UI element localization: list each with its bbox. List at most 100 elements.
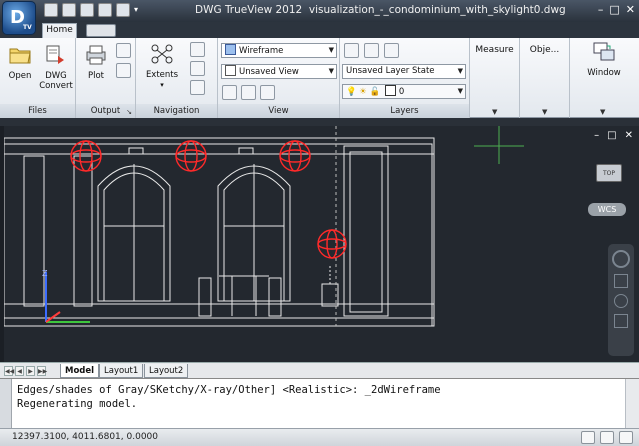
- point-light-icons: [70, 140, 347, 259]
- steering-wheel-icon[interactable]: [190, 80, 205, 95]
- ucs-z-label: Z: [42, 269, 48, 278]
- plot-button[interactable]: Plot: [80, 44, 112, 81]
- sun-icon: ☀: [359, 87, 367, 97]
- measure-label: Measure: [475, 45, 514, 55]
- command-history-line-2: Regenerating model.: [17, 398, 138, 410]
- first-tab-icon[interactable]: ◀◀: [4, 366, 14, 376]
- open-button[interactable]: Open: [4, 44, 36, 81]
- application-menu-button[interactable]: D TV: [2, 1, 36, 35]
- view-cube-icon[interactable]: [222, 85, 237, 100]
- coordinate-readout: 12397.3100, 4011.6801, 0.0000: [12, 432, 158, 442]
- shaded-view-icon[interactable]: [241, 85, 256, 100]
- app-logo-badge: TV: [23, 24, 32, 31]
- command-line-grip[interactable]: [0, 379, 12, 429]
- chevron-down-icon: ▼: [457, 67, 463, 75]
- output-expander-icon[interactable]: ↘: [126, 108, 132, 116]
- layer-properties-icon[interactable]: [344, 43, 359, 58]
- workspace-switch-icon[interactable]: [581, 431, 595, 444]
- restore-button[interactable]: □: [609, 3, 619, 16]
- wcs-label: WCS: [597, 205, 617, 214]
- save-icon[interactable]: [62, 3, 76, 17]
- wireframe-drawing: Z: [3, 126, 524, 327]
- command-line-scrollbar[interactable]: [625, 379, 639, 429]
- view-manager-icon[interactable]: [260, 85, 275, 100]
- wcs-menu[interactable]: WCS: [588, 203, 626, 216]
- panel-layers: Unsaved Layer State ▼ 💡 ☀ 🔓 0 ▼ Layers: [340, 38, 470, 118]
- close-button[interactable]: ✕: [626, 3, 635, 16]
- extents-button[interactable]: Extents ▾: [140, 43, 184, 90]
- drawing-viewport[interactable]: Z – □ ✕ TOP WCS: [3, 126, 639, 362]
- qat-dropdown-icon[interactable]: ▾: [134, 3, 142, 17]
- layer-previous-icon[interactable]: [384, 43, 399, 58]
- panel-measure[interactable]: Measure ▼: [470, 38, 520, 118]
- next-tab-icon[interactable]: ▶: [26, 366, 35, 376]
- tray-settings-icon[interactable]: [600, 431, 614, 444]
- layer-dropdown[interactable]: 💡 ☀ 🔓 0 ▼: [342, 84, 466, 99]
- window-title: DWG TrueView 2012 visualization_-_condom…: [195, 4, 566, 16]
- full-navigation-wheel-icon[interactable]: [612, 250, 630, 268]
- chevron-down-icon: ▼: [328, 67, 334, 75]
- objects-label: Obje...: [529, 45, 560, 55]
- layer-state-icon[interactable]: [364, 43, 379, 58]
- light-glyph-4: [317, 229, 347, 259]
- panel-objects[interactable]: Obje... ▼: [520, 38, 570, 118]
- viewport-close-button[interactable]: ✕: [625, 130, 633, 141]
- command-line[interactable]: Edges/shades of Gray/SKetchy/X-ray/Other…: [0, 378, 639, 429]
- orbit-icon[interactable]: [190, 61, 205, 76]
- light-glyph-3: [279, 140, 311, 172]
- publish-icon[interactable]: [98, 3, 112, 17]
- viewcube[interactable]: TOP: [596, 164, 622, 182]
- print-icon[interactable]: [80, 3, 94, 17]
- panel-window: Window ▼: [570, 38, 639, 118]
- viewport-window-controls: – □ ✕: [594, 130, 633, 141]
- workspace-dropdown[interactable]: [86, 24, 116, 37]
- quick-access-toolbar: ▾: [44, 3, 142, 19]
- title-bar: ▾ DWG TrueView 2012 visualization_-_cond…: [0, 0, 639, 22]
- layer-state-dropdown[interactable]: Unsaved Layer State ▼: [342, 64, 466, 79]
- panel-navigation-title: Navigation: [136, 104, 217, 118]
- status-tray: [581, 431, 633, 444]
- tab-model[interactable]: Model: [60, 364, 100, 378]
- light-glyph-2: [175, 140, 207, 172]
- panel-files: Open DWG Convert Files: [0, 38, 76, 118]
- plot-label: Plot: [87, 71, 105, 81]
- batch-plot-icon[interactable]: [116, 43, 131, 58]
- dwg-convert-button[interactable]: DWG Convert: [38, 44, 74, 91]
- prev-tab-icon[interactable]: ◀: [15, 366, 24, 376]
- file-name: visualization_-_condominium_with_skyligh…: [308, 4, 566, 16]
- preview-icon[interactable]: [116, 63, 131, 78]
- extents-dropdown-icon[interactable]: ▾: [140, 80, 184, 90]
- named-view-value: Unsaved View: [239, 67, 299, 77]
- pan-icon[interactable]: [190, 42, 205, 57]
- zoom-tool-icon[interactable]: [614, 294, 628, 308]
- objects-dropdown-icon[interactable]: ▼: [542, 108, 547, 116]
- tab-layout2[interactable]: Layout2: [144, 364, 189, 378]
- window-controls: – □ ✕: [598, 3, 635, 16]
- undo-icon[interactable]: [116, 3, 130, 17]
- ribbon-separator: [0, 118, 639, 126]
- last-tab-icon[interactable]: ▶▶: [37, 366, 47, 376]
- wireframe-style-icon: [225, 44, 236, 55]
- panel-view-title: View: [218, 104, 339, 118]
- status-bar: 12397.3100, 4011.6801, 0.0000: [0, 428, 639, 446]
- clean-screen-icon[interactable]: [619, 431, 633, 444]
- window-button[interactable]: Window: [578, 41, 630, 78]
- crosshair-cursor: [474, 126, 524, 164]
- tab-layout1[interactable]: Layout1: [99, 364, 144, 378]
- open-file-icon[interactable]: [44, 3, 58, 17]
- dwg-convert-label-1: DWG: [45, 71, 67, 81]
- window-label: Window: [587, 68, 621, 78]
- window-dropdown-icon[interactable]: ▼: [600, 108, 605, 116]
- pan-tool-icon[interactable]: [614, 274, 628, 288]
- dwg-convert-icon: [46, 45, 64, 64]
- viewport-restore-button[interactable]: □: [607, 130, 616, 141]
- orbit-tool-icon[interactable]: [614, 314, 628, 328]
- current-layer-value: 0: [398, 87, 405, 97]
- tab-home[interactable]: Home: [42, 23, 77, 38]
- minimize-button[interactable]: –: [598, 3, 604, 16]
- layout-tab-bar: ◀◀ ◀ ▶ ▶▶ Model Layout1 Layout2: [0, 362, 639, 378]
- measure-dropdown-icon[interactable]: ▼: [492, 108, 497, 116]
- named-view-dropdown[interactable]: Unsaved View ▼: [221, 64, 337, 79]
- visual-style-dropdown[interactable]: Wireframe ▼: [221, 43, 337, 58]
- viewport-minimize-button[interactable]: –: [594, 130, 599, 141]
